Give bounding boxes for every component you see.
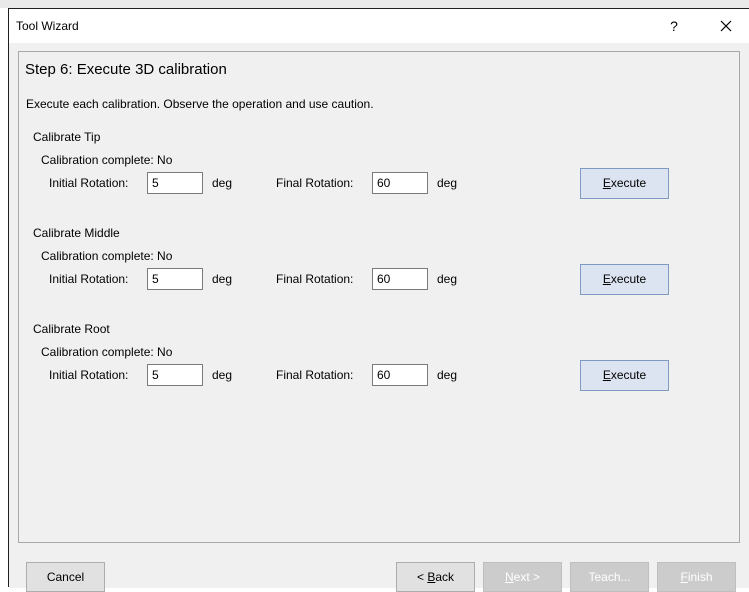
execute-accelerator: E <box>602 368 611 382</box>
initial-rotation-unit: deg <box>212 272 233 286</box>
help-button[interactable]: ? <box>664 16 684 36</box>
back-label-post: ack <box>435 570 455 584</box>
close-icon <box>720 20 732 32</box>
cancel-button[interactable]: Cancel <box>26 562 105 592</box>
back-label-pre: < <box>416 570 428 584</box>
initial-rotation-unit: deg <box>212 176 233 190</box>
calibration-status: Calibration complete: No <box>41 153 173 167</box>
execute-label-post: xecute <box>610 368 647 382</box>
calibration-title: Calibrate Root <box>33 322 110 336</box>
final-rotation-input[interactable] <box>372 268 428 290</box>
final-rotation-label: Final Rotation: <box>276 368 354 382</box>
background-strip <box>0 0 749 8</box>
next-button[interactable]: Next > <box>483 562 562 592</box>
final-rotation-input[interactable] <box>372 364 428 386</box>
execute-accelerator: E <box>602 176 611 190</box>
final-rotation-label: Final Rotation: <box>276 176 354 190</box>
execute-label-post: xecute <box>610 272 647 286</box>
execute-middle-button[interactable]: Execute <box>580 264 669 295</box>
initial-rotation-input[interactable] <box>147 268 203 290</box>
next-label-post: ext > <box>513 570 541 584</box>
next-accelerator: N <box>504 570 514 584</box>
finish-accelerator: F <box>680 570 688 584</box>
final-rotation-unit: deg <box>437 176 458 190</box>
calibration-title: Calibrate Middle <box>33 226 120 240</box>
initial-rotation-label: Initial Rotation: <box>49 272 129 286</box>
final-rotation-label: Final Rotation: <box>276 272 354 286</box>
finish-button[interactable]: Finish <box>657 562 736 592</box>
tool-wizard-dialog: Tool Wizard ? Step 6: Execute 3D calibra… <box>8 8 749 592</box>
initial-rotation-label: Initial Rotation: <box>49 368 129 382</box>
execute-label-post: xecute <box>610 176 647 190</box>
calibration-title: Calibrate Tip <box>33 130 101 144</box>
window-title: Tool Wizard <box>16 19 79 33</box>
wizard-footer: Cancel < Back Next > Teach... Finish <box>9 550 749 592</box>
wizard-content-panel: Step 6: Execute 3D calibration Execute e… <box>18 51 740 543</box>
title-bar: Tool Wizard ? <box>9 9 749 43</box>
initial-rotation-unit: deg <box>212 368 233 382</box>
step-instructions: Execute each calibration. Observe the op… <box>26 97 374 111</box>
close-button[interactable] <box>713 13 739 39</box>
calibration-status: Calibration complete: No <box>41 345 173 359</box>
step-title: Step 6: Execute 3D calibration <box>25 61 227 78</box>
final-rotation-unit: deg <box>437 272 458 286</box>
initial-rotation-input[interactable] <box>147 364 203 386</box>
initial-rotation-label: Initial Rotation: <box>49 176 129 190</box>
execute-accelerator: E <box>602 272 611 286</box>
execute-tip-button[interactable]: Execute <box>580 168 669 199</box>
initial-rotation-input[interactable] <box>147 172 203 194</box>
back-button[interactable]: < Back <box>396 562 475 592</box>
final-rotation-input[interactable] <box>372 172 428 194</box>
teach-button[interactable]: Teach... <box>570 562 649 592</box>
final-rotation-unit: deg <box>437 368 458 382</box>
calibration-status: Calibration complete: No <box>41 249 173 263</box>
finish-label-post: inish <box>687 570 713 584</box>
execute-root-button[interactable]: Execute <box>580 360 669 391</box>
